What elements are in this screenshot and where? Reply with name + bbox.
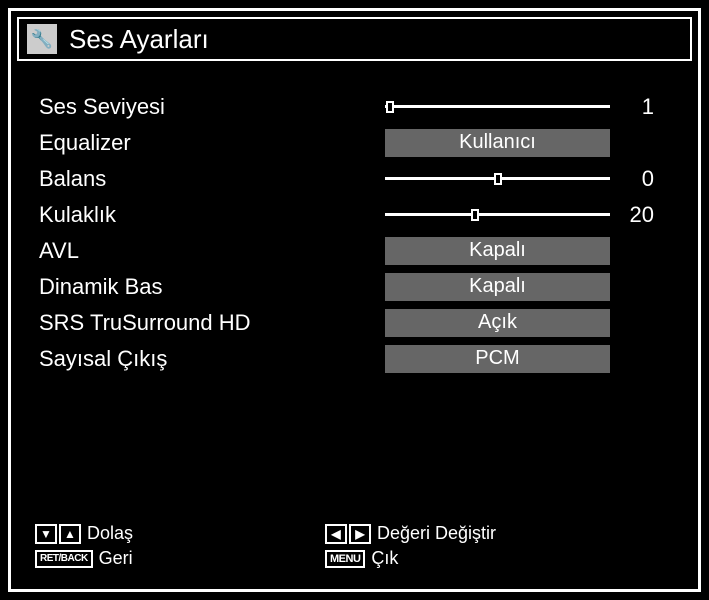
- slider-thumb[interactable]: [494, 173, 502, 185]
- menu-frame: 🔧 Ses Ayarları Ses Seviyesi 1 Equalizer …: [8, 8, 701, 592]
- page-title: Ses Ayarları: [69, 24, 209, 55]
- row-dynbass[interactable]: Dinamik Bas Kapalı: [35, 269, 674, 304]
- hint-navigate: ▼ ▲ Dolaş: [35, 523, 325, 544]
- hint-change-label: Değeri Değiştir: [377, 523, 496, 544]
- label-srs: SRS TruSurround HD: [35, 310, 385, 336]
- menu-key-icon: MENU: [325, 550, 365, 568]
- title-bar: 🔧 Ses Ayarları: [17, 17, 692, 61]
- label-equalizer: Equalizer: [35, 130, 385, 156]
- hint-navigate-label: Dolaş: [87, 523, 133, 544]
- label-digital: Sayısal Çıkış: [35, 346, 385, 372]
- row-volume[interactable]: Ses Seviyesi 1: [35, 89, 674, 124]
- slider-headphone[interactable]: [385, 213, 610, 216]
- row-balance[interactable]: Balans 0: [35, 161, 674, 196]
- hint-change: ◀ ▶ Değeri Değiştir: [325, 523, 496, 544]
- sound-settings-icon: 🔧: [27, 24, 57, 54]
- row-digital[interactable]: Sayısal Çıkış PCM: [35, 341, 674, 376]
- left-arrow-icon: ◀: [325, 524, 347, 544]
- hint-back: RET/BACK Geri: [35, 548, 325, 569]
- slider-volume[interactable]: [385, 105, 610, 108]
- footer-hints: ▼ ▲ Dolaş RET/BACK Geri ◀ ▶ Değeri Değiş…: [35, 523, 674, 569]
- row-equalizer[interactable]: Equalizer Kullanıcı: [35, 125, 674, 160]
- hint-exit: MENU Çık: [325, 548, 496, 569]
- slider-thumb[interactable]: [386, 101, 394, 113]
- option-avl[interactable]: Kapalı: [385, 237, 610, 265]
- retback-key-icon: RET/BACK: [35, 550, 93, 568]
- value-volume: 1: [610, 94, 660, 120]
- settings-list: Ses Seviyesi 1 Equalizer Kullanıcı Balan…: [17, 61, 692, 387]
- option-srs[interactable]: Açık: [385, 309, 610, 337]
- row-headphone[interactable]: Kulaklık 20: [35, 197, 674, 232]
- option-digital[interactable]: PCM: [385, 345, 610, 373]
- row-avl[interactable]: AVL Kapalı: [35, 233, 674, 268]
- hint-back-label: Geri: [99, 548, 133, 569]
- up-arrow-icon: ▲: [59, 524, 81, 544]
- slider-track: [385, 105, 610, 108]
- slider-balance[interactable]: [385, 177, 610, 180]
- slider-thumb[interactable]: [471, 209, 479, 221]
- hint-exit-label: Çık: [371, 548, 398, 569]
- slider-track: [385, 177, 610, 180]
- label-volume: Ses Seviyesi: [35, 94, 385, 120]
- value-balance: 0: [610, 166, 660, 192]
- down-arrow-icon: ▼: [35, 524, 57, 544]
- right-arrow-icon: ▶: [349, 524, 371, 544]
- row-srs[interactable]: SRS TruSurround HD Açık: [35, 305, 674, 340]
- option-equalizer[interactable]: Kullanıcı: [385, 129, 610, 157]
- option-dynbass[interactable]: Kapalı: [385, 273, 610, 301]
- label-dynbass: Dinamik Bas: [35, 274, 385, 300]
- value-headphone: 20: [610, 202, 660, 228]
- label-balance: Balans: [35, 166, 385, 192]
- slider-track: [385, 213, 610, 216]
- label-headphone: Kulaklık: [35, 202, 385, 228]
- label-avl: AVL: [35, 238, 385, 264]
